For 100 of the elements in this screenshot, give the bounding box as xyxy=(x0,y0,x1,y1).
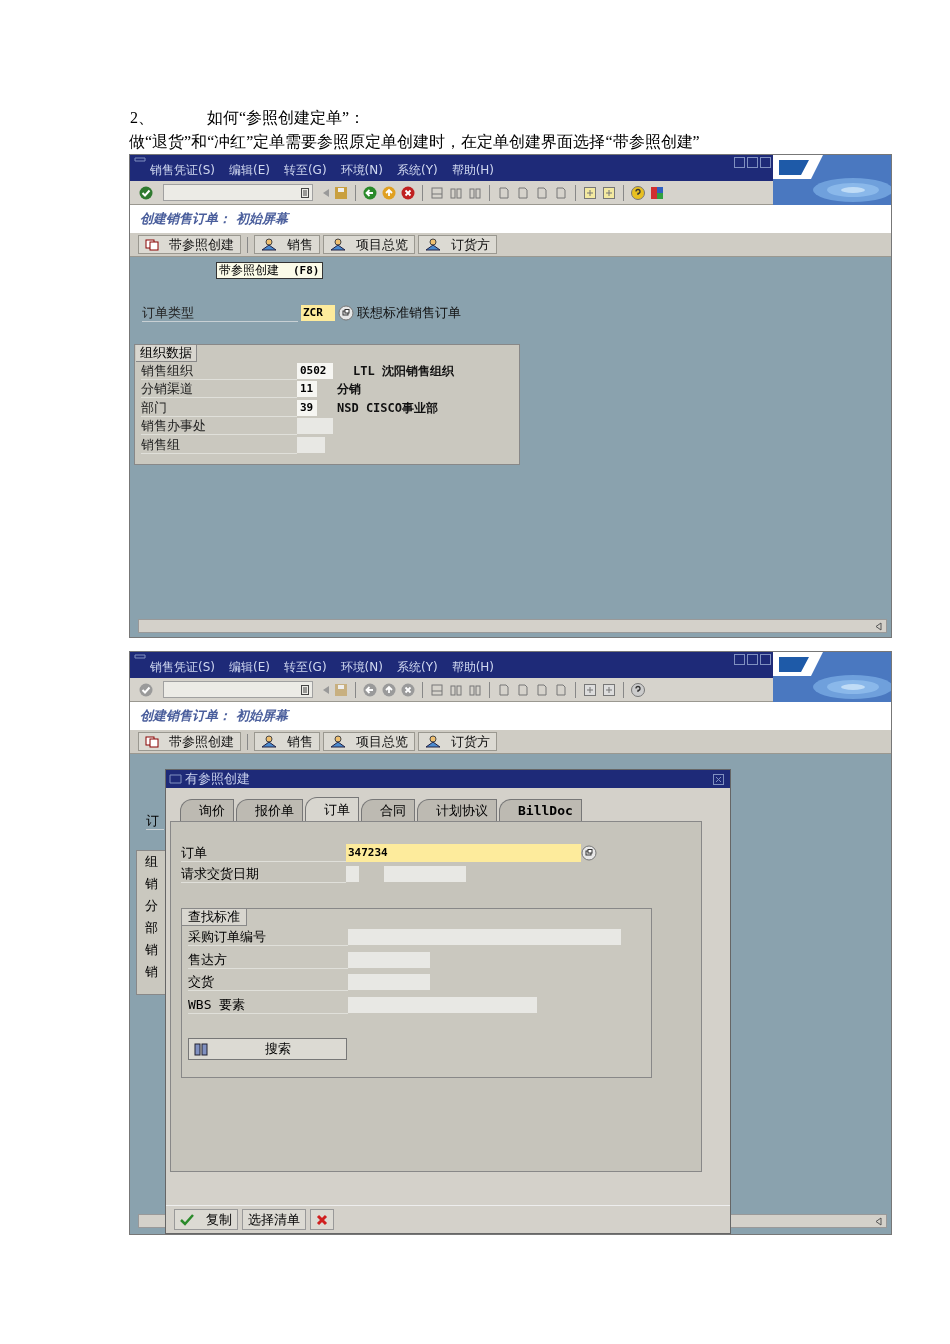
menu-item[interactable]: 编辑(E) xyxy=(229,658,270,676)
scroll-left-icon[interactable] xyxy=(875,1216,882,1226)
collapse-icon[interactable] xyxy=(322,684,330,695)
check-icon xyxy=(180,1213,194,1226)
history-icon[interactable] xyxy=(301,187,309,198)
tooltip-text: 带参照创建 xyxy=(219,263,279,278)
input-field[interactable] xyxy=(348,951,430,968)
window-icon[interactable] xyxy=(601,184,617,201)
page-icon[interactable] xyxy=(553,184,569,201)
value-help-icon[interactable] xyxy=(338,304,354,321)
close-icon[interactable] xyxy=(760,654,771,665)
restore-icon[interactable] xyxy=(747,157,758,168)
minimize-icon[interactable] xyxy=(734,157,745,168)
menu-item[interactable]: 环境(N) xyxy=(340,658,383,676)
window-icon[interactable] xyxy=(601,681,617,698)
minimize-icon[interactable] xyxy=(734,654,745,665)
field-description: 分销 xyxy=(337,381,361,399)
back-icon[interactable] xyxy=(362,681,378,698)
close-icon[interactable] xyxy=(760,157,771,168)
input-field[interactable]: ZCR xyxy=(301,304,335,321)
close-icon[interactable] xyxy=(713,773,724,785)
menu-item[interactable]: 帮助(H) xyxy=(451,161,495,179)
page-icon[interactable] xyxy=(534,681,550,698)
menu-item[interactable]: 帮助(H) xyxy=(451,658,495,676)
input-field[interactable]: 0502 xyxy=(297,362,333,379)
menu-item[interactable]: 销售凭证(S) xyxy=(150,161,215,179)
tab[interactable]: 计划协议 xyxy=(417,799,497,821)
scroll-left-icon[interactable] xyxy=(875,621,882,631)
copy-icon xyxy=(145,238,159,251)
command-field[interactable] xyxy=(163,184,313,201)
input-field[interactable]: 347234 xyxy=(346,844,581,862)
heading-number: 2、 xyxy=(130,108,155,128)
page-icon[interactable] xyxy=(553,681,569,698)
footer-button[interactable]: 复制 xyxy=(174,1209,238,1230)
toolbar-button[interactable]: 项目总览 xyxy=(323,732,415,751)
toolbar-button[interactable]: 销售 xyxy=(254,732,320,751)
page-icon[interactable] xyxy=(515,184,531,201)
exit-icon[interactable] xyxy=(381,681,397,698)
input-field[interactable] xyxy=(348,996,537,1013)
input-field[interactable] xyxy=(297,418,333,435)
toolbar-button[interactable]: 带参照创建 xyxy=(138,732,241,751)
tab[interactable]: 报价单 xyxy=(236,799,303,821)
input-field[interactable]: 11 xyxy=(297,381,317,398)
page-icon[interactable] xyxy=(496,184,512,201)
cancel-icon[interactable] xyxy=(400,681,416,698)
page-icon[interactable] xyxy=(515,681,531,698)
toolbar-button[interactable]: 项目总览 xyxy=(323,235,415,254)
menu-item[interactable]: 环境(N) xyxy=(340,161,383,179)
restore-icon[interactable] xyxy=(747,654,758,665)
tab[interactable]: 合同 xyxy=(361,799,415,821)
check-icon[interactable] xyxy=(138,184,154,201)
cancel-button[interactable] xyxy=(310,1209,334,1230)
person-icon xyxy=(261,735,277,748)
window-menu-icon[interactable] xyxy=(169,774,182,784)
menu-item[interactable]: 编辑(E) xyxy=(229,161,270,179)
horizontal-scrollbar[interactable] xyxy=(138,619,887,633)
help-icon[interactable] xyxy=(630,184,646,201)
footer-button[interactable]: 选择清单 xyxy=(242,1209,306,1230)
print-icon[interactable] xyxy=(429,184,445,201)
check-icon[interactable] xyxy=(138,681,154,698)
page-icon[interactable] xyxy=(534,184,550,201)
toolbar-button[interactable]: 订货方 xyxy=(418,732,497,751)
command-field[interactable] xyxy=(163,681,313,698)
tab[interactable]: 订单 xyxy=(305,797,359,821)
tab[interactable]: 询价 xyxy=(180,799,234,821)
back-icon[interactable] xyxy=(362,184,378,201)
menu-item[interactable]: 销售凭证(S) xyxy=(150,658,215,676)
collapse-icon[interactable] xyxy=(322,187,330,198)
value-help-icon[interactable] xyxy=(581,845,597,861)
cancel-icon[interactable] xyxy=(400,184,416,201)
input-field[interactable] xyxy=(346,866,359,882)
field-label: 订单类型 xyxy=(142,303,298,322)
search-button[interactable]: 搜索 xyxy=(188,1038,347,1060)
toolbar-button[interactable]: 销售 xyxy=(254,235,320,254)
field-label: 组 xyxy=(145,853,159,871)
screen-title: 创建销售订单： 初始屏幕 xyxy=(140,210,288,229)
menu-item[interactable]: 转至(G) xyxy=(283,161,327,179)
menu-item[interactable]: 转至(G) xyxy=(283,658,327,676)
input-field[interactable]: 39 xyxy=(297,399,317,416)
layout-icon[interactable] xyxy=(649,184,665,201)
help-icon[interactable] xyxy=(630,681,646,698)
window-icon[interactable] xyxy=(582,681,598,698)
field-label: 分 xyxy=(145,897,159,915)
history-icon[interactable] xyxy=(301,684,309,695)
save-icon[interactable] xyxy=(333,184,349,201)
input-field[interactable] xyxy=(384,866,466,882)
input-field[interactable] xyxy=(348,929,621,946)
page-icon[interactable] xyxy=(496,681,512,698)
toolbar-button[interactable]: 带参照创建 xyxy=(138,235,241,254)
save-icon[interactable] xyxy=(333,681,349,698)
print-icon[interactable] xyxy=(429,681,445,698)
input-field[interactable] xyxy=(297,436,325,453)
toolbar-button[interactable]: 订货方 xyxy=(418,235,497,254)
tab[interactable]: BillDoc xyxy=(499,799,582,821)
person-icon xyxy=(261,238,277,251)
menu-item[interactable]: 系统(Y) xyxy=(396,161,438,179)
window-icon[interactable] xyxy=(582,184,598,201)
field-label: 销售办事处 xyxy=(141,417,297,436)
menu-item[interactable]: 系统(Y) xyxy=(396,658,438,676)
input-field[interactable] xyxy=(348,974,430,991)
